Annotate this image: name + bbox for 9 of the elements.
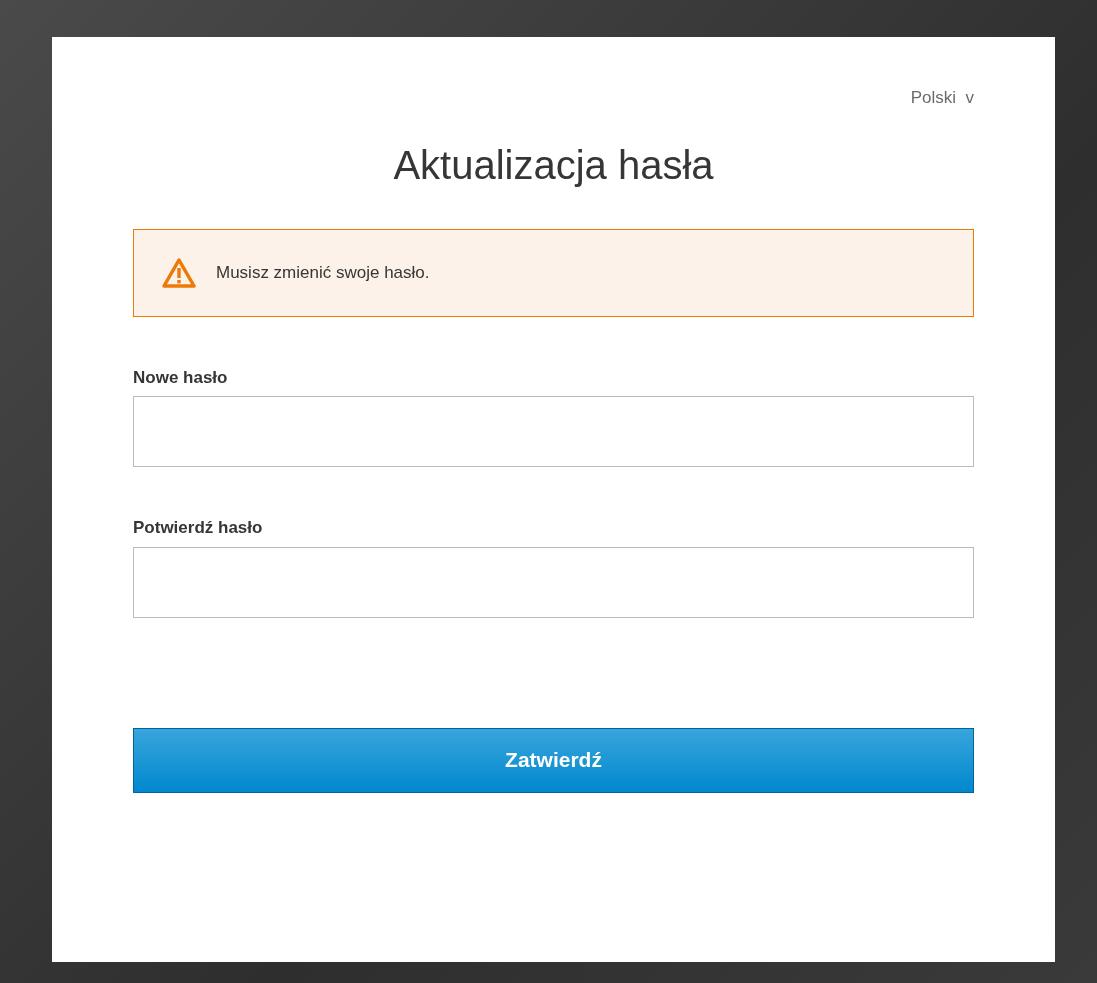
field-label: Potwierdź hasło xyxy=(133,517,264,539)
warning-icon xyxy=(162,257,196,288)
language-selector[interactable]: Polski v xyxy=(910,85,974,111)
password-field[interactable] xyxy=(133,546,974,618)
alert-message: Musisz zmienić swoje hasło. xyxy=(216,261,430,284)
page-title: Aktualizacja hasła xyxy=(392,141,715,189)
password-field[interactable] xyxy=(133,396,974,467)
field-label: Nowe hasło xyxy=(133,366,229,389)
submit-button[interactable]: Zatwierdź xyxy=(133,727,974,793)
